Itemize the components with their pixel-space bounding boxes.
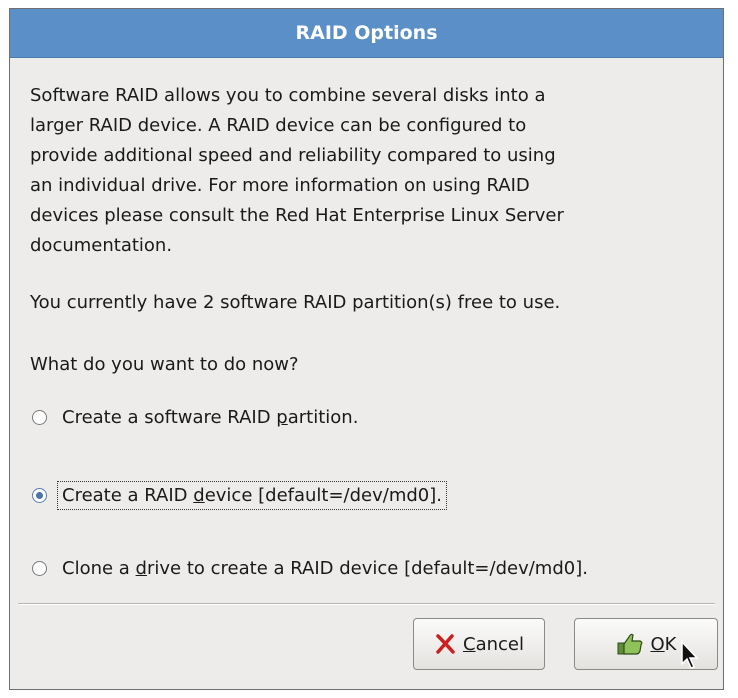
intro-line: devices please consult the Red Hat Enter… — [30, 205, 564, 226]
mouse-pointer-icon — [681, 640, 699, 669]
intro-line: Software RAID allows you to combine seve… — [30, 85, 546, 106]
option-create-raid-device[interactable]: Create a RAID device [default=/dev/md0]. — [32, 481, 447, 510]
raid-options-dialog: RAID Options Software RAID allows you to… — [9, 8, 724, 690]
ok-button-label: OK — [650, 633, 677, 655]
cancel-button[interactable]: Cancel — [413, 618, 545, 670]
option-create-raid-partition[interactable]: Create a software RAID partition. — [32, 405, 361, 430]
button-separator — [18, 603, 715, 605]
intro-line: an individual drive. For more informatio… — [30, 175, 530, 196]
cancel-x-icon — [434, 633, 456, 655]
intro-line: larger RAID device. A RAID device can be… — [30, 115, 527, 136]
free-partitions-text: You currently have 2 software RAID parti… — [30, 292, 561, 313]
option-clone-drive[interactable]: Clone a drive to create a RAID device [d… — [32, 556, 591, 581]
radio-button-selected[interactable] — [32, 488, 47, 503]
radio-button[interactable] — [32, 561, 47, 576]
option-label[interactable]: Create a software RAID partition. — [59, 405, 361, 430]
option-label[interactable]: Clone a drive to create a RAID device [d… — [59, 556, 591, 581]
cancel-button-label: Cancel — [463, 633, 524, 655]
intro-line: documentation. — [30, 235, 173, 256]
dialog-title: RAID Options — [295, 22, 438, 44]
radio-button[interactable] — [32, 410, 47, 425]
ok-thumb-icon — [616, 632, 644, 656]
option-label[interactable]: Create a RAID device [default=/dev/md0]. — [57, 481, 447, 510]
intro-line: provide additional speed and reliability… — [30, 145, 556, 166]
intro-text: Software RAID allows you to combine seve… — [30, 81, 705, 261]
question-text: What do you want to do now? — [30, 354, 299, 375]
dialog-titlebar: RAID Options — [10, 9, 723, 58]
